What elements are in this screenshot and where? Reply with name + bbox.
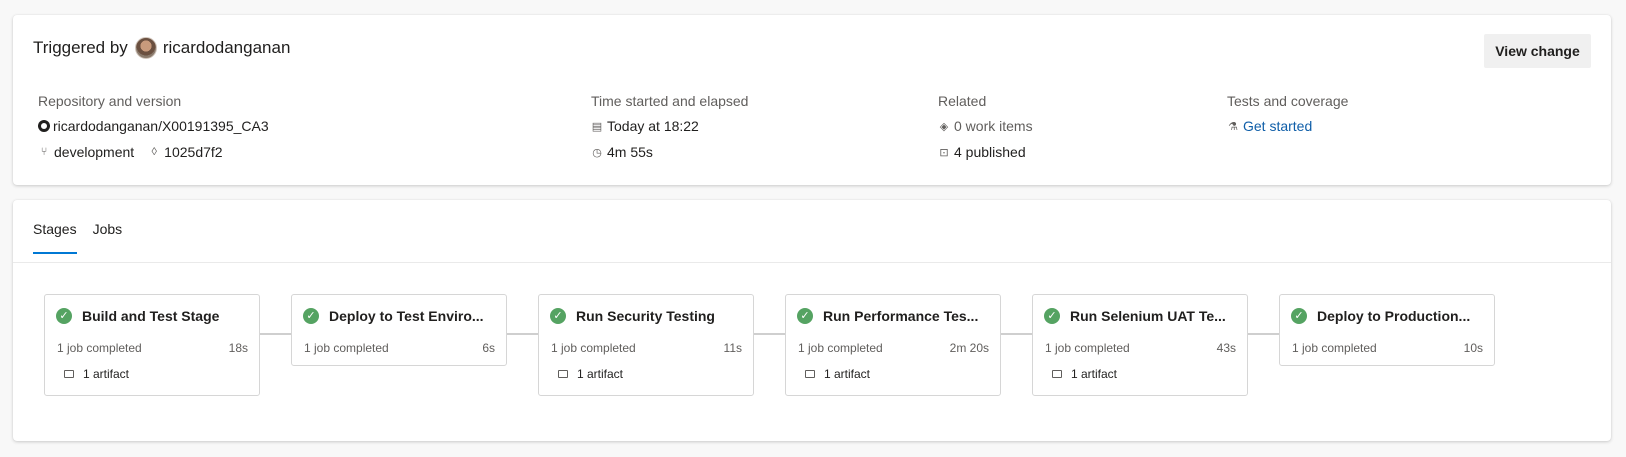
stage-deploy-to-test[interactable]: ✓ Deploy to Test Enviro... 1 job complet…	[291, 294, 507, 366]
success-check-icon: ✓	[550, 308, 566, 324]
stage-jobs: 1 job completed	[1292, 341, 1377, 355]
repository-name[interactable]: ricardodanganan/X00191395_CA3	[53, 118, 269, 134]
started-time: Today at 18:22	[607, 118, 699, 134]
stage-name: Run Selenium UAT Te...	[1070, 308, 1226, 324]
work-items-count: 0 work items	[954, 118, 1033, 134]
stage-header: ✓ Run Selenium UAT Te...	[1044, 308, 1226, 324]
run-summary-card: Triggered by ricardodanganan View change…	[13, 15, 1611, 185]
tab-jobs[interactable]: Jobs	[93, 219, 123, 255]
work-item-icon: ◈	[939, 120, 949, 133]
elapsed-row: ◷ 4m 55s	[591, 140, 748, 164]
stage-duration: 18s	[228, 341, 248, 355]
artifact-icon	[558, 370, 568, 378]
stage-selenium-uat[interactable]: ✓ Run Selenium UAT Te... 1 job completed…	[1032, 294, 1248, 396]
stage-connector	[260, 333, 291, 335]
stage-build-and-test[interactable]: ✓ Build and Test Stage 1 job completed 1…	[44, 294, 260, 396]
stage-artifact[interactable]: 1 artifact	[558, 367, 623, 381]
artifact-label[interactable]: 1 artifact	[83, 367, 129, 381]
tab-bar: Stages Jobs	[33, 219, 138, 255]
stage-header: ✓ Deploy to Production...	[1291, 308, 1470, 324]
branch-name[interactable]: development	[54, 144, 134, 160]
related-section: Related ◈ 0 work items ⊡ 4 published	[938, 90, 1033, 164]
get-started-link[interactable]: Get started	[1243, 118, 1312, 134]
stage-name: Run Security Testing	[576, 308, 715, 324]
time-section: Time started and elapsed ▤ Today at 18:2…	[591, 90, 748, 164]
view-change-button[interactable]: View change	[1484, 34, 1591, 68]
artifact-icon: ⊡	[939, 146, 949, 159]
time-label: Time started and elapsed	[591, 93, 749, 109]
stage-duration: 10s	[1463, 341, 1483, 355]
elapsed-time: 4m 55s	[607, 144, 653, 160]
artifact-label[interactable]: 1 artifact	[577, 367, 623, 381]
success-check-icon: ✓	[797, 308, 813, 324]
triggered-user[interactable]: ricardodanganan	[163, 38, 291, 58]
stage-connector	[754, 333, 785, 335]
published-count[interactable]: 4 published	[954, 144, 1026, 160]
stages-card: Stages Jobs ✓ Build and Test Stage 1 job…	[13, 200, 1611, 441]
commit-hash[interactable]: 1025d7f2	[164, 144, 222, 160]
stage-jobs: 1 job completed	[57, 341, 142, 355]
work-items-row: ◈ 0 work items	[938, 114, 1033, 138]
stage-connector	[507, 333, 538, 335]
stage-jobs: 1 job completed	[1045, 341, 1130, 355]
stage-performance-testing[interactable]: ✓ Run Performance Tes... 1 job completed…	[785, 294, 1001, 396]
triggered-prefix: Triggered by	[33, 38, 128, 57]
clock-icon: ◷	[592, 146, 602, 159]
success-check-icon: ✓	[303, 308, 319, 324]
stage-name: Build and Test Stage	[82, 308, 220, 324]
stage-artifact[interactable]: 1 artifact	[805, 367, 870, 381]
stage-duration: 43s	[1216, 341, 1236, 355]
calendar-icon: ▤	[591, 120, 603, 133]
stage-security-testing[interactable]: ✓ Run Security Testing 1 job completed 1…	[538, 294, 754, 396]
artifact-icon	[64, 370, 74, 378]
stage-jobs: 1 job completed	[304, 341, 389, 355]
tab-stages[interactable]: Stages	[33, 219, 77, 254]
commit-icon: ◊	[151, 146, 157, 158]
stage-duration: 11s	[723, 341, 742, 355]
success-check-icon: ✓	[1044, 308, 1060, 324]
version-row: ⑂ development ◊ 1025d7f2	[38, 140, 269, 164]
stage-duration: 2m 20s	[949, 341, 989, 355]
tests-row[interactable]: ⚗ Get started	[1227, 114, 1348, 138]
flask-icon: ⚗	[1228, 120, 1238, 133]
related-label: Related	[938, 93, 987, 109]
tabs-divider	[13, 262, 1611, 263]
published-row[interactable]: ⊡ 4 published	[938, 140, 1033, 164]
user-avatar	[134, 37, 157, 59]
stage-name: Run Performance Tes...	[823, 308, 979, 324]
stage-name: Deploy to Production...	[1317, 308, 1471, 324]
tests-section: Tests and coverage ⚗ Get started	[1227, 90, 1348, 138]
stage-deploy-to-production[interactable]: ✓ Deploy to Production... 1 job complete…	[1279, 294, 1495, 366]
success-check-icon: ✓	[1291, 308, 1307, 324]
stage-header: ✓ Run Performance Tes...	[797, 308, 978, 324]
artifact-icon	[1052, 370, 1062, 378]
artifact-icon	[805, 370, 815, 378]
stage-artifact[interactable]: 1 artifact	[1052, 367, 1117, 381]
stage-header: ✓ Build and Test Stage	[56, 308, 219, 324]
triggered-by: Triggered by ricardodanganan	[33, 37, 290, 59]
stage-connector	[1248, 333, 1279, 335]
success-check-icon: ✓	[56, 308, 72, 324]
started-row: ▤ Today at 18:22	[591, 114, 748, 138]
artifact-label[interactable]: 1 artifact	[824, 367, 870, 381]
artifact-label[interactable]: 1 artifact	[1071, 367, 1117, 381]
github-icon	[38, 120, 50, 132]
stage-connector	[1001, 333, 1032, 335]
stage-duration: 6s	[482, 341, 495, 355]
stage-header: ✓ Run Security Testing	[550, 308, 715, 324]
stage-header: ✓ Deploy to Test Enviro...	[303, 308, 484, 324]
stage-jobs: 1 job completed	[798, 341, 883, 355]
repository-label: Repository and version	[38, 93, 182, 109]
stage-jobs: 1 job completed	[551, 341, 636, 355]
repository-row[interactable]: ricardodanganan/X00191395_CA3	[38, 114, 269, 138]
branch-icon: ⑂	[40, 146, 48, 158]
stage-name: Deploy to Test Enviro...	[329, 308, 484, 324]
tests-label: Tests and coverage	[1227, 93, 1349, 109]
repository-section: Repository and version ricardodanganan/X…	[38, 90, 269, 164]
stage-artifact[interactable]: 1 artifact	[64, 367, 129, 381]
